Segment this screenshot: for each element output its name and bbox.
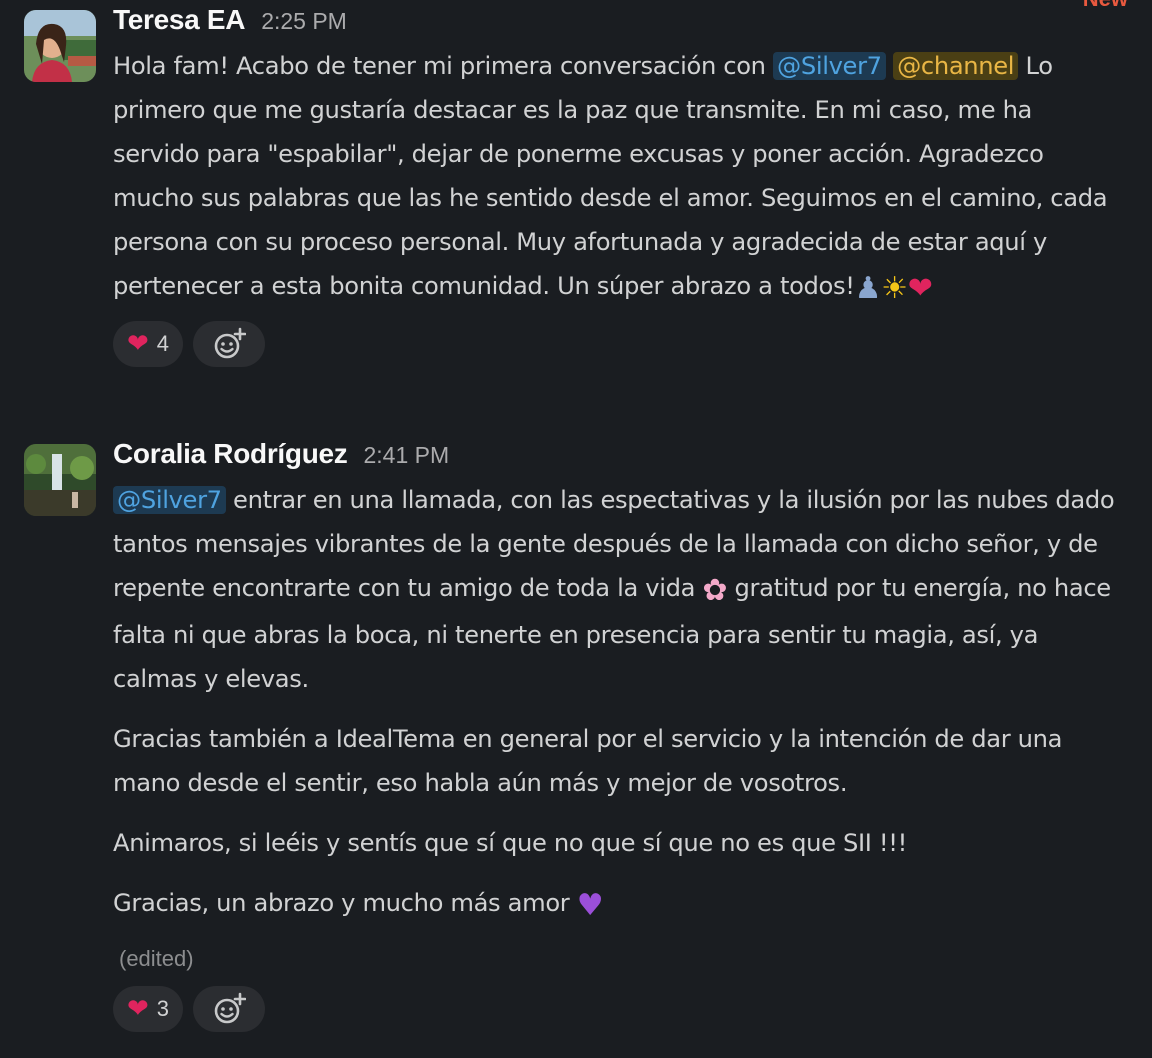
message-text: Hola fam! Acabo de tener mi primera conv… <box>113 52 773 80</box>
timestamp[interactable]: 2:25 PM <box>261 8 347 35</box>
red-heart-icon: ❤ <box>127 994 149 1024</box>
reaction-bar: ❤ 4 <box>113 321 1123 367</box>
sender-name[interactable]: Teresa EA <box>113 4 245 36</box>
add-reaction-button[interactable] <box>193 986 266 1032</box>
channel-mention[interactable]: @channel <box>893 52 1019 80</box>
message-body: @Silver7 entrar en una llamada, con las … <box>113 478 1123 928</box>
reaction-count: 3 <box>156 996 170 1021</box>
message-body: Hola fam! Acabo de tener mi primera conv… <box>113 44 1123 311</box>
add-emoji-icon <box>214 992 247 1024</box>
red-heart-icon: ❤ <box>907 271 933 306</box>
message-text: Gracias, un abrazo y mucho más amor <box>113 889 577 917</box>
message-paragraph: Gracias también a IdealTema en general p… <box>113 725 1063 797</box>
message-paragraph: Gracias, un abrazo y mucho más amor ♥ <box>113 881 1123 928</box>
avatar[interactable] <box>24 10 96 82</box>
people-hugging-icon: ♟ <box>854 271 882 306</box>
reaction-heart[interactable]: ❤ 3 <box>113 986 184 1032</box>
cherry-blossom-icon: ✿ <box>702 573 728 608</box>
reaction-count: 4 <box>156 331 170 356</box>
avatar[interactable] <box>24 444 96 516</box>
timestamp[interactable]: 2:41 PM <box>364 442 450 469</box>
sender-name[interactable]: Coralia Rodríguez <box>113 438 348 470</box>
message-paragraph: @Silver7 entrar en una llamada, con las … <box>113 478 1123 701</box>
add-emoji-icon <box>214 327 247 359</box>
avatar-image <box>24 10 96 82</box>
avatar-image <box>24 444 96 516</box>
add-reaction-button[interactable] <box>193 321 266 367</box>
sun-icon: ☀ <box>881 271 908 306</box>
user-mention[interactable]: @Silver7 <box>113 486 226 514</box>
message-text: Lo primero que me gustaría destacar es l… <box>113 52 1108 300</box>
reaction-heart[interactable]: ❤ 4 <box>113 321 184 367</box>
purple-heart-icon: ♥ <box>576 888 604 923</box>
red-heart-icon: ❤ <box>127 329 149 359</box>
edited-label: (edited) <box>119 946 194 971</box>
message-paragraph: Animaros, si leéis y sentís que sí que n… <box>113 829 907 857</box>
user-mention[interactable]: @Silver7 <box>773 52 886 80</box>
reaction-bar: ❤ 3 <box>113 986 1123 1032</box>
